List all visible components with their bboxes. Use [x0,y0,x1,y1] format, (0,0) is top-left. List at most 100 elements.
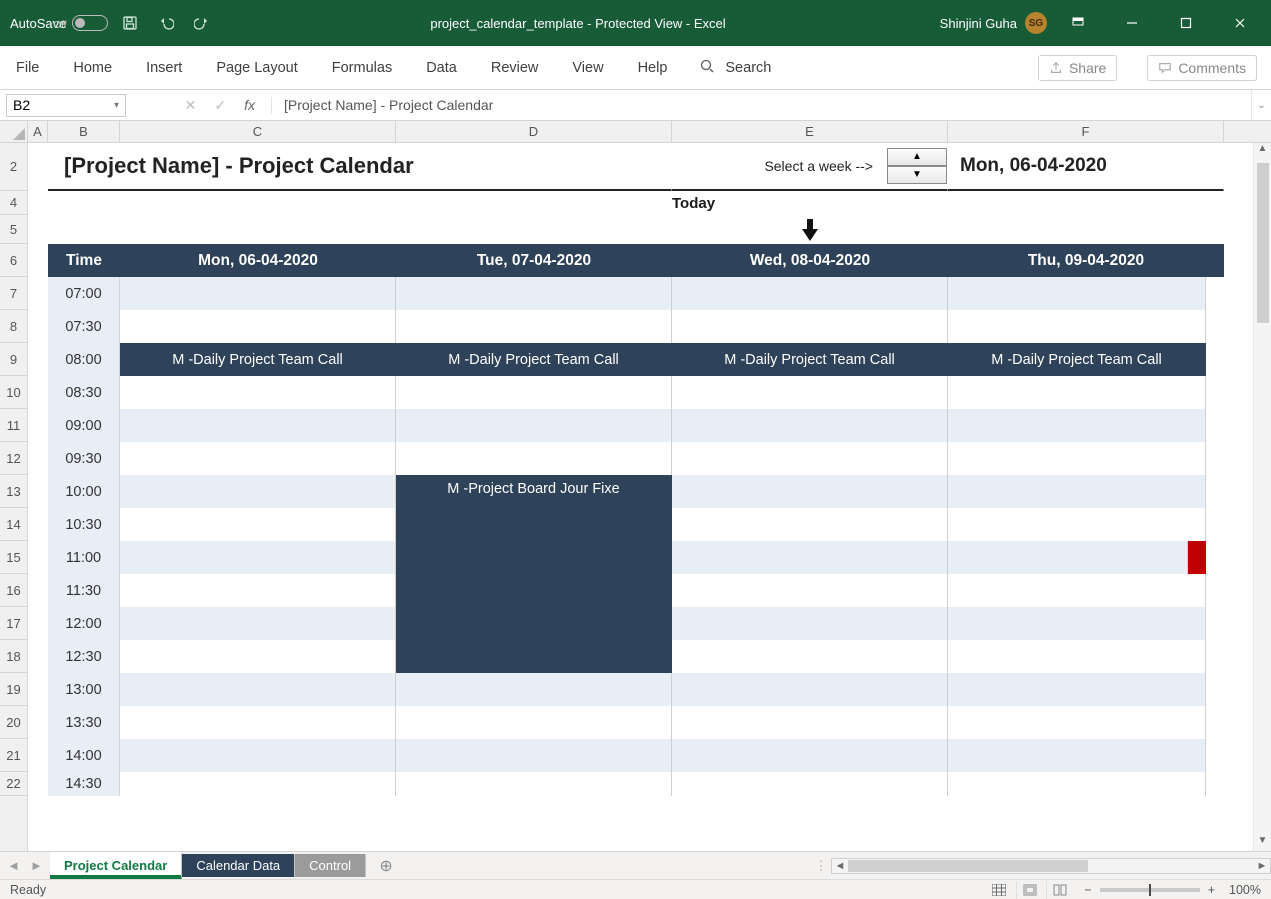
tab-page-layout[interactable]: Page Layout [214,56,299,80]
comments-button[interactable]: Comments [1147,55,1257,81]
horizontal-scrollbar[interactable]: ◄ ► [831,858,1271,874]
calendar-cell[interactable] [948,442,1206,475]
vertical-scrollbar[interactable]: ▲ ▼ [1253,143,1271,851]
calendar-cell[interactable] [948,475,1206,508]
fx-icon[interactable]: fx [244,97,255,113]
event-sliver-red[interactable] [1188,541,1206,574]
calendar-cell[interactable] [672,475,948,508]
calendar-cell[interactable] [120,706,396,739]
event-daily-call[interactable]: M -Daily Project Team Call [948,343,1206,376]
save-icon[interactable] [116,9,144,37]
row-header[interactable]: 11 [0,409,27,442]
calendar-cell[interactable] [396,673,672,706]
tab-home[interactable]: Home [71,56,114,80]
row-header[interactable]: 12 [0,442,27,475]
undo-icon[interactable] [152,9,180,37]
expand-formula-bar-icon[interactable]: ⌄ [1251,90,1271,120]
calendar-cell[interactable] [120,376,396,409]
calendar-cell[interactable] [948,508,1206,541]
row-header[interactable]: 5 [0,215,27,244]
calendar-cell[interactable] [396,706,672,739]
zoom-level[interactable]: 100% [1229,883,1261,897]
row-header[interactable]: 4 [0,191,27,215]
calendar-cell[interactable] [672,673,948,706]
calendar-cell[interactable] [672,574,948,607]
calendar-cell[interactable] [120,772,396,796]
zoom-out-button[interactable]: − [1084,883,1091,897]
calendar-cell[interactable] [396,442,672,475]
col-header[interactable]: C [120,121,396,142]
scroll-right-icon[interactable]: ► [1254,860,1270,872]
tab-scroll-right-icon[interactable]: ► [30,858,43,873]
calendar-cell[interactable] [948,673,1206,706]
calendar-cell[interactable] [396,409,672,442]
tab-data[interactable]: Data [424,56,459,80]
row-header[interactable]: 2 [0,143,27,191]
zoom-in-button[interactable]: + [1208,883,1215,897]
col-header[interactable]: D [396,121,672,142]
calendar-cell[interactable] [948,277,1206,310]
tab-scroll-left-icon[interactable]: ◄ [7,858,20,873]
search-box[interactable]: Search [699,58,771,78]
zoom-slider[interactable] [1100,888,1200,892]
select-all-cell[interactable] [0,121,28,143]
normal-view-icon[interactable] [986,881,1012,899]
row-header[interactable]: 16 [0,574,27,607]
calendar-cell[interactable] [396,739,672,772]
new-sheet-button[interactable]: ⊕ [366,856,406,876]
sheet-tab-calendar-data[interactable]: Calendar Data [182,854,295,877]
calendar-cell[interactable] [120,508,396,541]
row-header[interactable]: 17 [0,607,27,640]
calendar-cell[interactable] [948,409,1206,442]
sheet-tab-project-calendar[interactable]: Project Calendar [50,852,182,879]
col-header[interactable]: F [948,121,1224,142]
sheet-tab-control[interactable]: Control [295,854,366,877]
cancel-formula-icon[interactable]: ✕ [185,97,197,114]
scroll-down-icon[interactable]: ▼ [1258,835,1268,851]
autosave-switch[interactable]: Off [72,15,108,31]
name-box[interactable]: B2 ▾ [6,94,126,117]
row-header[interactable]: 19 [0,673,27,706]
calendar-cell[interactable] [120,409,396,442]
row-header[interactable]: 7 [0,277,27,310]
calendar-cell[interactable] [120,475,396,508]
maximize-icon[interactable] [1163,8,1209,38]
spinner-up-button[interactable]: ▲ [887,148,947,166]
calendar-cell[interactable] [120,607,396,640]
row-header[interactable]: 18 [0,640,27,673]
row-header[interactable]: 13 [0,475,27,508]
calendar-cell[interactable] [120,310,396,343]
redo-icon[interactable] [188,9,216,37]
calendar-cell[interactable] [948,376,1206,409]
calendar-cell[interactable] [672,541,948,574]
scroll-thumb[interactable] [1257,163,1269,323]
row-header[interactable]: 8 [0,310,27,343]
calendar-cell[interactable] [120,442,396,475]
calendar-cell[interactable] [672,409,948,442]
calendar-cell[interactable] [672,277,948,310]
calendar-cell[interactable] [120,541,396,574]
row-header[interactable]: 20 [0,706,27,739]
row-header[interactable]: 9 [0,343,27,376]
calendar-cell[interactable] [120,277,396,310]
calendar-cell[interactable] [948,706,1206,739]
calendar-cell[interactable] [948,574,1206,607]
calendar-cell[interactable] [672,772,948,796]
calendar-cell[interactable] [120,673,396,706]
scroll-left-icon[interactable]: ◄ [832,860,848,872]
page-layout-view-icon[interactable] [1016,881,1042,899]
event-daily-call[interactable]: M -Daily Project Team Call [120,343,396,376]
calendar-cell[interactable] [948,310,1206,343]
calendar-cell[interactable] [672,706,948,739]
col-header[interactable]: B [48,121,120,142]
calendar-cell[interactable] [396,376,672,409]
scroll-up-icon[interactable]: ▲ [1258,143,1268,159]
calendar-cell[interactable] [396,277,672,310]
ribbon-display-icon[interactable] [1055,8,1101,38]
formula-input[interactable]: [Project Name] - Project Calendar [272,97,1251,113]
share-button[interactable]: Share [1038,55,1117,81]
tab-file[interactable]: File [14,56,41,80]
calendar-cell[interactable] [396,772,672,796]
calendar-cell[interactable] [672,607,948,640]
event-daily-call[interactable]: M -Daily Project Team Call [396,343,672,376]
